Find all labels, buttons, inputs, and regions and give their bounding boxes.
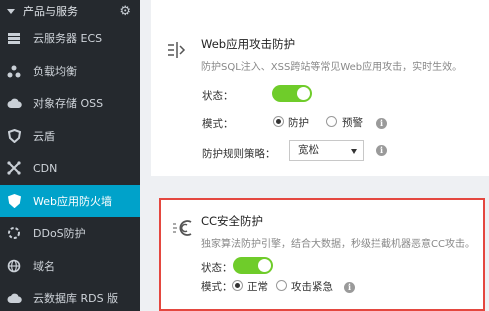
status-label: 状态： [202,90,234,102]
sidebar-header[interactable]: 产品与服务 ⚙ [0,0,140,22]
sidebar-item-label: 云数据库 RDS 版 [33,292,119,306]
sidebar-item-domain[interactable]: 域名 [0,250,140,283]
gear-icon[interactable]: ⚙ [119,4,131,19]
sidebar-item-rds[interactable]: 云数据库 RDS 版 [0,282,140,311]
sidebar-item-oss[interactable]: 对象存储 OSS [0,87,140,120]
firewall-icon [6,193,22,209]
mode-radio-protect[interactable] [273,116,284,127]
sidebar-item-ecs[interactable]: 云服务器 ECS [0,22,140,55]
sidebar-item-label: 负载均衡 [33,64,77,78]
ddos-icon [6,225,22,241]
main-content: Web应用攻击防护 防护SQL注入、XSS跨站等常见Web应用攻击，实时生效。 … [140,0,489,311]
sidebar-item-label: Web应用防火墙 [33,194,112,208]
sidebar-item-label: 云服务器 ECS [33,32,103,46]
cloud-storage-icon [6,95,22,111]
sidebar: 产品与服务 ⚙ 云服务器 ECS 负载均衡 对象存储 OSS 云盾 CDN We… [0,0,140,311]
sidebar-item-cdn[interactable]: CDN [0,152,140,185]
caret-down-icon [7,8,15,14]
toggle-knob [297,87,310,100]
mode-option-label: 预警 [342,117,363,129]
sidebar-item-label: DDoS防护 [33,227,86,241]
load-balancer-icon [6,63,22,79]
mode-radio-emergency[interactable] [276,280,287,291]
status-toggle[interactable] [233,257,273,274]
card-title: CC安全防护 [201,214,264,228]
info-icon[interactable]: i [344,282,355,293]
card-title: Web应用攻击防护 [201,37,296,51]
cdn-icon [6,160,22,176]
sidebar-item-label: 云盾 [33,129,55,143]
sidebar-item-yundun[interactable]: 云盾 [0,120,140,153]
mode-option-label: 攻击紧急 [291,281,333,293]
policy-select[interactable]: 宽松 [289,140,364,161]
card-description: 独家算法防护引擎，结合大数据，秒级拦截机器恶意CC攻击。 [201,239,475,250]
dropdown-arrow-icon [351,149,357,154]
mode-radio-alert[interactable] [326,116,337,127]
info-icon[interactable]: i [376,145,387,156]
sidebar-item-label: 域名 [33,259,55,273]
sidebar-item-ddos[interactable]: DDoS防护 [0,217,140,250]
mode-label: 模式： [201,281,233,293]
mode-option-label: 防护 [288,117,309,129]
mode-radio-normal[interactable] [232,280,243,291]
sidebar-header-label: 产品与服务 [23,5,78,18]
shield-icon [6,128,22,144]
cc-protection-card: CC安全防护 独家算法防护引擎，结合大数据，秒级拦截机器恶意CC攻击。 状态： … [159,198,485,311]
card-description: 防护SQL注入、XSS跨站等常见Web应用攻击，实时生效。 [201,62,463,73]
database-icon [6,290,22,306]
mode-option-label: 正常 [247,281,268,293]
server-icon [6,30,22,46]
toggle-knob [258,259,271,272]
status-label: 状态： [201,262,233,274]
globe-icon [6,258,22,274]
sidebar-item-slb[interactable]: 负载均衡 [0,55,140,88]
policy-label: 防护规则策略： [202,148,276,160]
web-attack-protection-card: Web应用攻击防护 防护SQL注入、XSS跨站等常见Web应用攻击，实时生效。 … [151,0,489,176]
sidebar-item-label: CDN [33,161,58,175]
web-protection-icon [166,40,188,63]
mode-label: 模式： [202,118,234,130]
sidebar-item-label: 对象存储 OSS [33,97,104,111]
policy-select-value: 宽松 [298,144,319,156]
info-icon[interactable]: i [376,118,387,129]
sidebar-item-waf[interactable]: Web应用防火墙 [0,184,140,217]
status-toggle[interactable] [272,85,312,102]
cc-protection-icon [172,218,194,241]
